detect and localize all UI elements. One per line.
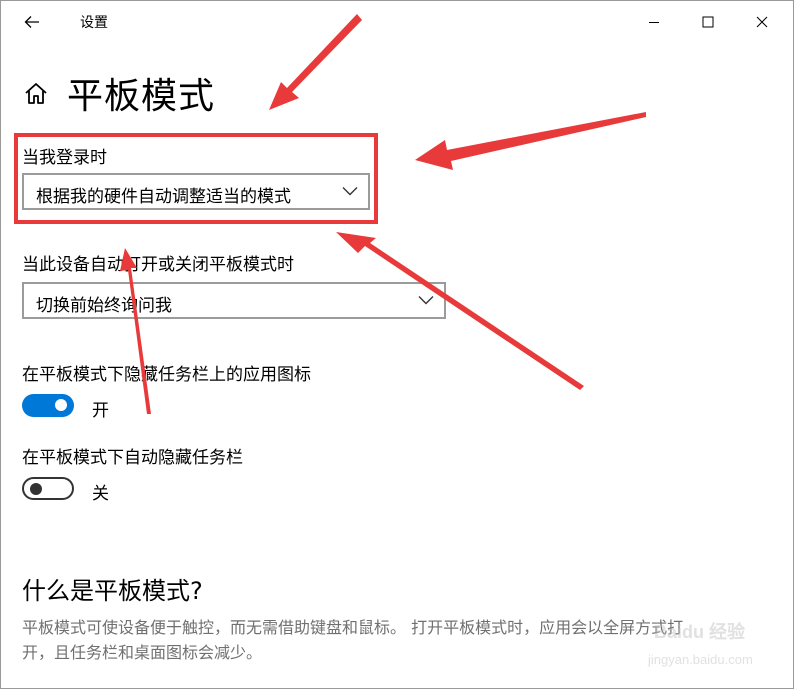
chevron-down-icon <box>342 187 358 196</box>
page-title: 平板模式 <box>67 76 216 117</box>
auto-hide-state: 关 <box>92 484 109 504</box>
minimize-icon <box>649 22 659 23</box>
home-icon <box>25 83 47 104</box>
auto-switch-dropdown[interactable]: 切换前始终询问我 <box>22 282 446 319</box>
auto-switch-label: 当此设备自动打开或关闭平板模式时 <box>22 255 294 275</box>
window-title: 设置 <box>80 15 108 31</box>
login-mode-value: 根据我的硬件自动调整适当的模式 <box>36 187 291 207</box>
maximize-icon <box>702 16 714 28</box>
baidu-watermark: Baidu 经验 jingyan.baidu.com <box>647 621 753 667</box>
auto-switch-value: 切换前始终询问我 <box>36 296 172 316</box>
toggle-knob <box>55 399 67 411</box>
auto-hide-toggle[interactable] <box>22 477 74 500</box>
back-arrow-icon <box>24 16 39 28</box>
maximize-button[interactable] <box>685 1 731 43</box>
login-setting-label: 当我登录时 <box>22 148 107 168</box>
auto-hide-label: 在平板模式下自动隐藏任务栏 <box>22 448 243 468</box>
close-icon <box>756 16 768 28</box>
toggle-knob <box>30 482 42 495</box>
chevron-down-icon <box>418 296 434 305</box>
close-button[interactable] <box>739 1 785 43</box>
hide-icons-toggle[interactable] <box>22 394 74 417</box>
back-button[interactable] <box>15 9 49 35</box>
svg-text:jingyan.baidu.com: jingyan.baidu.com <box>647 652 753 667</box>
hide-icons-state: 开 <box>92 401 109 421</box>
title-bar: 设置 <box>1 1 793 43</box>
svg-text:Baidu 经验: Baidu 经验 <box>654 621 746 642</box>
settings-window: 设置 平板模式 当我登录时 根据我的硬件自动调整适当的模式 当此设备自动打开或关… <box>0 0 794 689</box>
login-mode-dropdown[interactable]: 根据我的硬件自动调整适当的模式 <box>22 173 370 210</box>
hide-icons-label: 在平板模式下隐藏任务栏上的应用图标 <box>22 365 311 385</box>
minimize-button[interactable] <box>631 1 677 43</box>
about-heading: 什么是平板模式? <box>22 577 203 605</box>
